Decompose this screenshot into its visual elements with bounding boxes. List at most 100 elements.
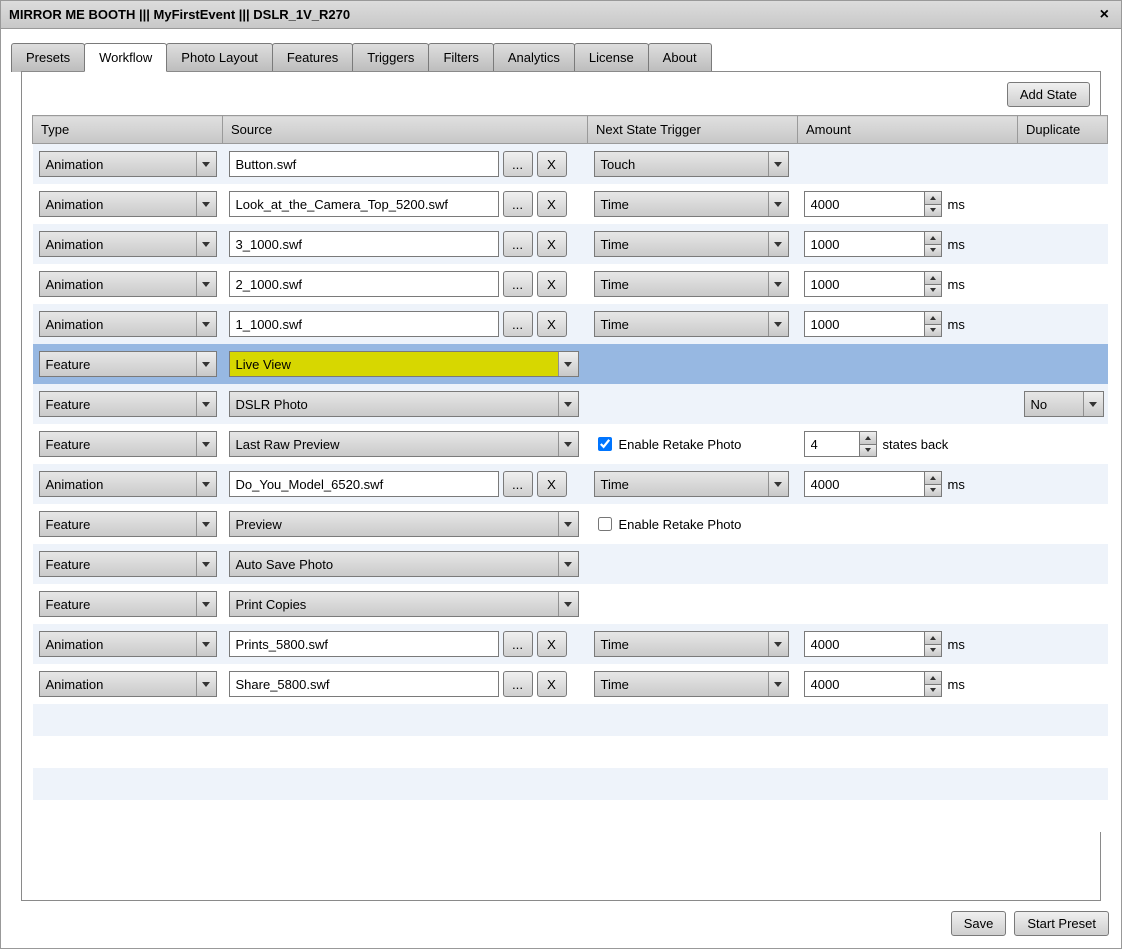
chevron-down-icon[interactable] bbox=[768, 312, 788, 336]
chevron-down-icon[interactable] bbox=[196, 592, 216, 616]
chevron-down-icon[interactable] bbox=[196, 152, 216, 176]
table-row[interactable]: Animation ... X Touch bbox=[33, 144, 1108, 185]
spin-up-icon[interactable] bbox=[924, 231, 942, 244]
enable-retake-checkbox[interactable]: Enable Retake Photo bbox=[594, 434, 742, 454]
spin-up-icon[interactable] bbox=[924, 191, 942, 204]
spin-down-icon[interactable] bbox=[859, 444, 877, 458]
type-combo[interactable]: Animation bbox=[39, 631, 217, 657]
browse-button[interactable]: ... bbox=[503, 311, 533, 337]
save-button[interactable]: Save bbox=[951, 911, 1007, 936]
table-row[interactable]: Animation ... X Time ms bbox=[33, 224, 1108, 264]
table-row[interactable]: Feature Print Copies bbox=[33, 584, 1108, 624]
chevron-down-icon[interactable] bbox=[196, 512, 216, 536]
type-combo[interactable]: Animation bbox=[39, 471, 217, 497]
type-combo[interactable]: Feature bbox=[39, 591, 217, 617]
type-combo[interactable]: Animation bbox=[39, 151, 217, 177]
spin-down-icon[interactable] bbox=[924, 684, 942, 698]
close-icon[interactable]: × bbox=[1096, 6, 1113, 24]
trigger-combo[interactable]: Time bbox=[594, 191, 789, 217]
trigger-combo[interactable]: Time bbox=[594, 231, 789, 257]
spin-up-icon[interactable] bbox=[859, 431, 877, 444]
table-row[interactable]: Animation ... X Time ms bbox=[33, 304, 1108, 344]
source-combo[interactable]: Live View bbox=[229, 351, 579, 377]
chevron-down-icon[interactable] bbox=[768, 472, 788, 496]
table-row[interactable]: Feature Live View bbox=[33, 344, 1108, 384]
trigger-combo[interactable]: Time bbox=[594, 671, 789, 697]
browse-button[interactable]: ... bbox=[503, 471, 533, 497]
tab-analytics[interactable]: Analytics bbox=[493, 43, 575, 72]
source-input[interactable] bbox=[229, 191, 499, 217]
chevron-down-icon[interactable] bbox=[558, 592, 578, 616]
chevron-down-icon[interactable] bbox=[558, 392, 578, 416]
spin-up-icon[interactable] bbox=[924, 311, 942, 324]
chevron-down-icon[interactable] bbox=[558, 512, 578, 536]
col-header-duplicate[interactable]: Duplicate bbox=[1018, 116, 1108, 144]
chevron-down-icon[interactable] bbox=[196, 312, 216, 336]
source-input[interactable] bbox=[229, 271, 499, 297]
type-combo[interactable]: Animation bbox=[39, 311, 217, 337]
spin-up-icon[interactable] bbox=[924, 271, 942, 284]
table-row[interactable]: Animation ... X Time ms bbox=[33, 464, 1108, 504]
tab-license[interactable]: License bbox=[574, 43, 649, 72]
col-header-source[interactable]: Source bbox=[223, 116, 588, 144]
table-row[interactable]: Animation ... X Time ms bbox=[33, 184, 1108, 224]
type-combo[interactable]: Feature bbox=[39, 511, 217, 537]
remove-button[interactable]: X bbox=[537, 191, 567, 217]
amount-spinner[interactable] bbox=[804, 311, 942, 337]
chevron-down-icon[interactable] bbox=[768, 192, 788, 216]
spin-down-icon[interactable] bbox=[924, 204, 942, 218]
browse-button[interactable]: ... bbox=[503, 231, 533, 257]
type-combo[interactable]: Feature bbox=[39, 431, 217, 457]
chevron-down-icon[interactable] bbox=[558, 432, 578, 456]
chevron-down-icon[interactable] bbox=[196, 552, 216, 576]
amount-spinner[interactable] bbox=[804, 231, 942, 257]
spin-up-icon[interactable] bbox=[924, 631, 942, 644]
source-combo[interactable]: Auto Save Photo bbox=[229, 551, 579, 577]
type-combo[interactable]: Feature bbox=[39, 351, 217, 377]
remove-button[interactable]: X bbox=[537, 311, 567, 337]
remove-button[interactable]: X bbox=[537, 271, 567, 297]
chevron-down-icon[interactable] bbox=[196, 632, 216, 656]
tab-about[interactable]: About bbox=[648, 43, 712, 72]
chevron-down-icon[interactable] bbox=[768, 232, 788, 256]
chevron-down-icon[interactable] bbox=[196, 472, 216, 496]
remove-button[interactable]: X bbox=[537, 471, 567, 497]
table-row[interactable]: Feature Preview Enable Retake Photo bbox=[33, 504, 1108, 544]
amount-spinner[interactable] bbox=[804, 471, 942, 497]
chevron-down-icon[interactable] bbox=[196, 272, 216, 296]
browse-button[interactable]: ... bbox=[503, 191, 533, 217]
chevron-down-icon[interactable] bbox=[768, 672, 788, 696]
type-combo[interactable]: Feature bbox=[39, 551, 217, 577]
table-row[interactable]: Animation ... X Time ms bbox=[33, 664, 1108, 704]
browse-button[interactable]: ... bbox=[503, 271, 533, 297]
tab-triggers[interactable]: Triggers bbox=[352, 43, 429, 72]
spin-down-icon[interactable] bbox=[924, 644, 942, 658]
source-input[interactable] bbox=[229, 671, 499, 697]
chevron-down-icon[interactable] bbox=[558, 352, 578, 376]
chevron-down-icon[interactable] bbox=[1083, 392, 1103, 416]
trigger-combo[interactable]: Time bbox=[594, 471, 789, 497]
type-combo[interactable]: Animation bbox=[39, 231, 217, 257]
trigger-combo[interactable]: Touch bbox=[594, 151, 789, 177]
type-combo[interactable]: Animation bbox=[39, 191, 217, 217]
amount-spinner[interactable] bbox=[804, 631, 942, 657]
trigger-combo[interactable]: Time bbox=[594, 631, 789, 657]
chevron-down-icon[interactable] bbox=[768, 272, 788, 296]
source-input[interactable] bbox=[229, 151, 499, 177]
amount-spinner[interactable] bbox=[804, 191, 942, 217]
source-input[interactable] bbox=[229, 631, 499, 657]
trigger-combo[interactable]: Time bbox=[594, 271, 789, 297]
tab-presets[interactable]: Presets bbox=[11, 43, 85, 72]
add-state-button[interactable]: Add State bbox=[1007, 82, 1090, 107]
chevron-down-icon[interactable] bbox=[196, 232, 216, 256]
col-header-trigger[interactable]: Next State Trigger bbox=[588, 116, 798, 144]
tab-photo-layout[interactable]: Photo Layout bbox=[166, 43, 273, 72]
chevron-down-icon[interactable] bbox=[196, 432, 216, 456]
chevron-down-icon[interactable] bbox=[196, 192, 216, 216]
tab-features[interactable]: Features bbox=[272, 43, 353, 72]
remove-button[interactable]: X bbox=[537, 671, 567, 697]
spin-up-icon[interactable] bbox=[924, 671, 942, 684]
start-preset-button[interactable]: Start Preset bbox=[1014, 911, 1109, 936]
table-row[interactable]: Animation ... X Time ms bbox=[33, 264, 1108, 304]
source-input[interactable] bbox=[229, 231, 499, 257]
